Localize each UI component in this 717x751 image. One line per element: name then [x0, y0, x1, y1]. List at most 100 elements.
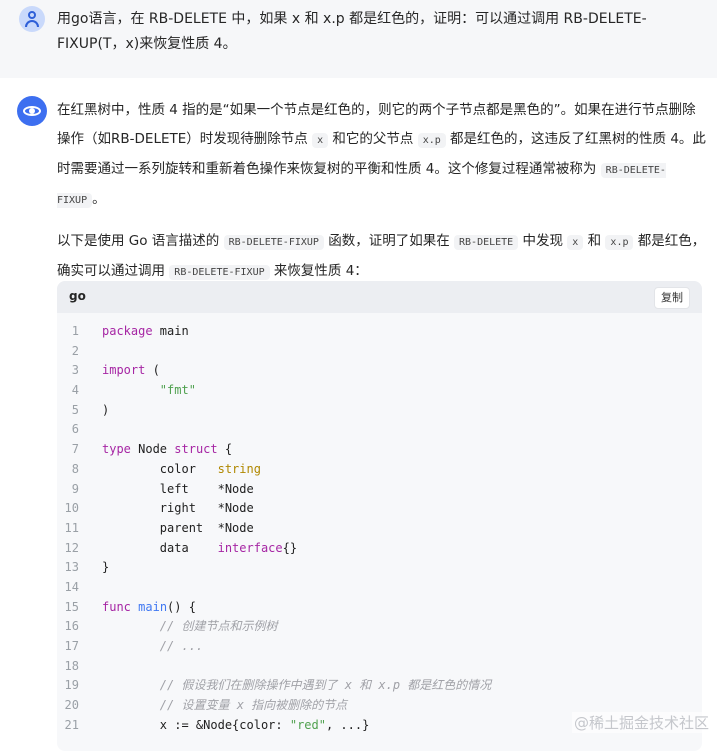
code-block: go 复制 1 package main 2 3 import (4 "fmt" 5) 6 7… [57, 281, 702, 751]
inline-code: x.p [605, 235, 634, 250]
user-avatar [19, 6, 45, 32]
line-number: 2 [71, 343, 79, 358]
code-token: "fmt" [159, 383, 196, 398]
line-number: 3 [71, 363, 79, 378]
code-token: } [102, 560, 110, 575]
code-token: // 设置变量 x 指向被删除的节点 [159, 698, 348, 713]
line-number: 15 [64, 599, 79, 614]
code-line: 5) [57, 401, 702, 421]
code-line-content: color string [102, 460, 261, 480]
copy-button[interactable]: 复制 [654, 287, 690, 309]
code-token: interface [217, 540, 283, 555]
code-line: 12 data interface{} [57, 539, 702, 559]
line-number: 5 [71, 402, 79, 417]
inline-code: RB-DELETE [454, 235, 519, 250]
code-line: 19 // 假设我们在删除操作中遇到了 x 和 x.p 都是红色的情况 [57, 676, 702, 696]
code-line-content: left *Node [102, 480, 254, 500]
code-token: string [217, 461, 261, 476]
code-line: 15 func main() { [57, 598, 702, 618]
user-message: 用go语言，在 RB-DELETE 中，如果 x 和 x.p 都是红色的，证明：… [0, 0, 717, 78]
code-line: 13} [57, 558, 702, 578]
inline-code: x [312, 133, 329, 148]
inline-code: RB-DELETE-FIXUP [169, 265, 270, 280]
code-token: struct [174, 442, 218, 457]
code-token: data [102, 540, 218, 555]
code-line: 1 package main [57, 322, 702, 342]
line-number: 17 [64, 639, 79, 653]
line-number: 19 [64, 678, 79, 693]
code-line: 6 [57, 420, 702, 440]
code-token: { [217, 442, 233, 457]
code-line: 10 right *Node [57, 499, 702, 519]
line-number: 10 [64, 501, 79, 516]
code-body: 1 package main 2 3 import (4 "fmt" 5) 6 7 type N… [57, 322, 702, 735]
code-token: left *Node [102, 481, 254, 496]
code-token: main [152, 324, 189, 338]
line-number: 18 [64, 658, 79, 673]
inline-code: x.p [417, 133, 446, 148]
code-token: // ... [159, 639, 204, 653]
line-number: 9 [71, 481, 79, 496]
code-token: ) [102, 402, 110, 417]
code-line: 16 // 创建节点和示例树 [57, 617, 702, 637]
line-number: 12 [64, 540, 79, 555]
inline-code: x [567, 235, 584, 250]
code-token: color [102, 461, 218, 476]
line-number: 21 [64, 717, 79, 732]
code-line: 4 "fmt" [57, 381, 702, 401]
code-line-content: right *Node [102, 499, 254, 519]
code-line-content: // 设置变量 x 指向被删除的节点 [102, 696, 347, 716]
code-line: 9 left *Node [57, 480, 702, 500]
code-line-content: x := &Node{color: "red", ...} [102, 716, 370, 736]
code-line-content: "fmt" [102, 381, 196, 401]
code-token: package [102, 324, 153, 338]
code-language-label: go [69, 289, 86, 303]
code-line: 2 [57, 342, 702, 362]
code-token: right *Node [102, 501, 254, 516]
line-number: 8 [71, 461, 79, 476]
code-line-content: // ... [102, 637, 203, 657]
code-line-content: package main [102, 322, 189, 342]
code-token: // 假设我们在删除操作中遇到了 x 和 x.p 都是红色的情况 [159, 678, 492, 693]
code-token: main [138, 599, 168, 614]
line-number: 16 [64, 619, 79, 634]
user-icon [28, 11, 36, 19]
assistant-paragraph-2: 以下是使用 Go 语言描述的 RB-DELETE-FIXUP 函数，证明了如果在… [57, 233, 706, 280]
watermark: @稀土掘金技术社区 [571, 712, 711, 733]
code-line-content: type Node struct { [102, 440, 232, 460]
line-number: 13 [64, 560, 79, 575]
line-number: 1 [71, 324, 79, 338]
line-number: 4 [71, 383, 79, 398]
code-block-header: go 复制 [57, 281, 702, 313]
code-line-content: parent *Node [102, 519, 254, 539]
code-line-content: import ( [102, 361, 160, 381]
code-token: x := &Node{color: [102, 717, 290, 732]
code-line: 17 // ... [57, 637, 702, 657]
inline-code: RB-DELETE-FIXUP [223, 235, 324, 250]
code-line: 8 color string [57, 460, 702, 480]
code-token: () { [167, 599, 196, 614]
code-token: func [102, 599, 131, 614]
code-token: ( [145, 363, 160, 378]
code-token: , ...} [325, 717, 370, 732]
code-line: 18 [57, 657, 702, 677]
code-token: type [102, 442, 131, 457]
code-line: 3 import ( [57, 361, 702, 381]
code-line-content: } [102, 558, 109, 578]
code-token: // 创建节点和示例树 [159, 619, 278, 634]
code-line-content: func main() { [102, 598, 196, 618]
code-token: "red" [289, 717, 326, 732]
line-number: 20 [64, 698, 79, 713]
code-token: import [102, 363, 146, 378]
code-line-content: // 假设我们在删除操作中遇到了 x 和 x.p 都是红色的情况 [102, 676, 491, 696]
code-token: Node [130, 442, 175, 457]
line-number: 11 [64, 520, 79, 535]
user-message-text: 用go语言，在 RB-DELETE 中，如果 x 和 x.p 都是红色的，证明：… [57, 11, 647, 52]
code-line: 7 type Node struct { [57, 440, 702, 460]
assistant-message: 在红黑树中，性质 4 指的是“如果一个节点是红色的，则它的两个子节点都是黑色的”… [57, 96, 707, 299]
line-number: 7 [71, 442, 79, 457]
